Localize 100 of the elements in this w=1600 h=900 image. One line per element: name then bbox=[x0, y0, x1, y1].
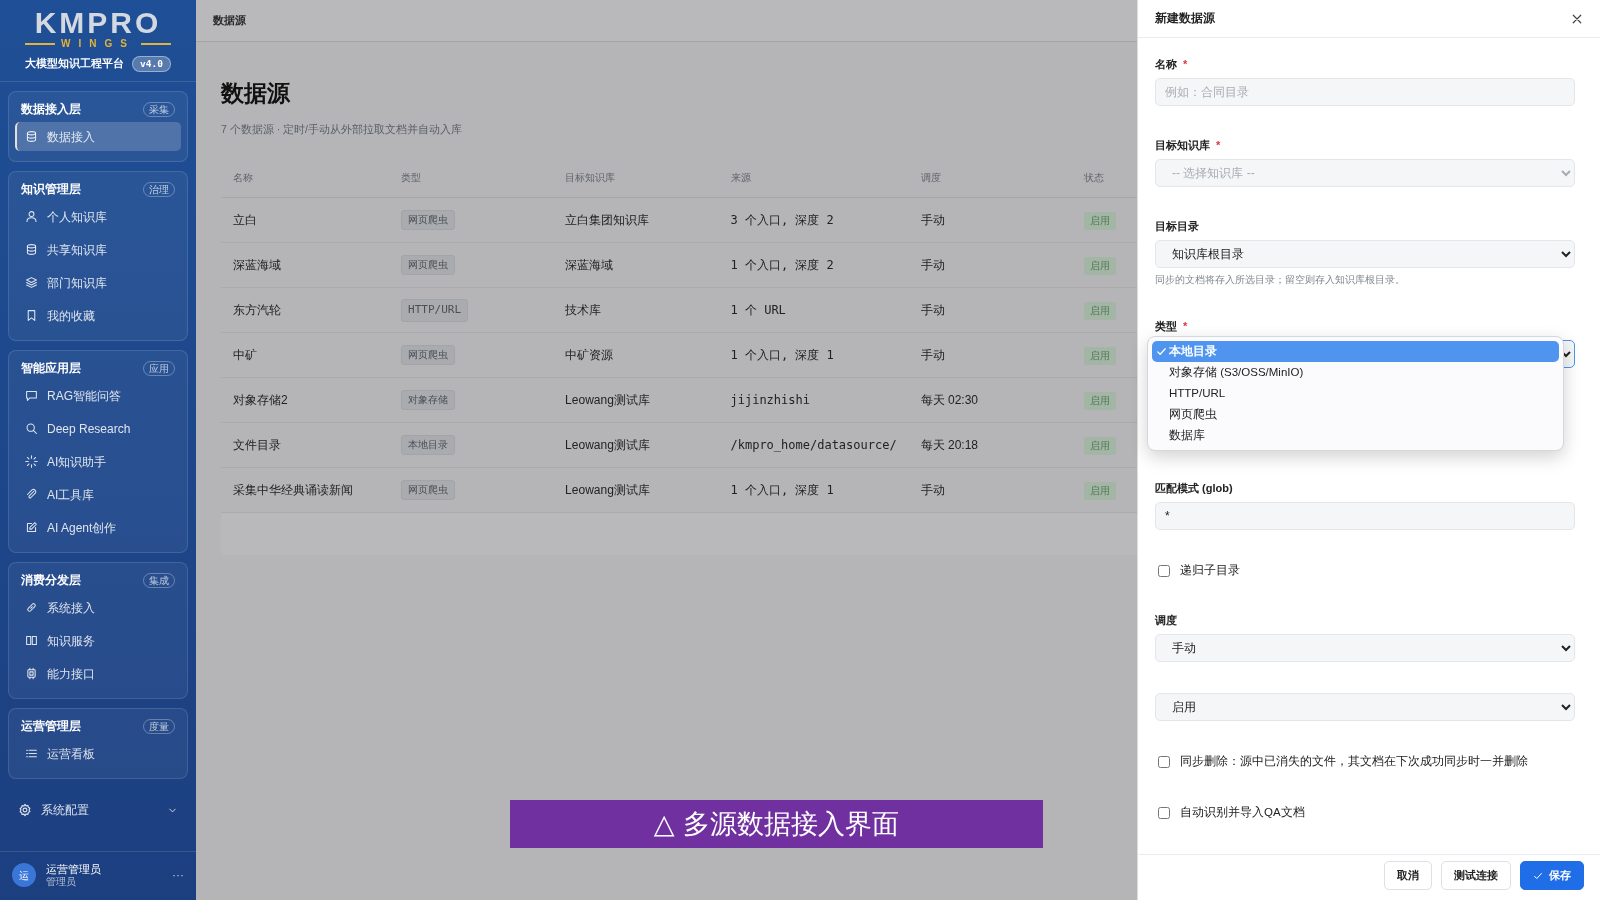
field-label: 名称 bbox=[1155, 58, 1177, 71]
database-icon bbox=[25, 130, 38, 143]
settings-menu[interactable]: 系统配置 bbox=[8, 795, 188, 825]
close-button[interactable] bbox=[1571, 12, 1583, 25]
chat-bubble-icon bbox=[25, 389, 38, 402]
field-label: 调度 bbox=[1155, 614, 1177, 627]
nav-item[interactable]: RAG智能问答 bbox=[15, 381, 181, 410]
nav-group-title: 智能应用层 bbox=[21, 360, 81, 377]
check-icon bbox=[1533, 870, 1543, 881]
save-button[interactable]: 保存 bbox=[1520, 861, 1584, 890]
table-cell: 1 个入口, 深度 2 bbox=[718, 242, 909, 288]
field-label: 类型 bbox=[1155, 320, 1177, 333]
table-cell: 东方汽轮 bbox=[221, 287, 390, 333]
status-tag: 启用 bbox=[1084, 391, 1116, 410]
type-tag: 网页爬虫 bbox=[401, 210, 456, 231]
table-cell: 1 个 URL bbox=[718, 287, 909, 333]
column-header: 调度 bbox=[908, 159, 1072, 198]
status-tag: 启用 bbox=[1084, 256, 1116, 275]
table-cell: 深蓝海域 bbox=[553, 242, 719, 288]
column-header: 类型 bbox=[389, 159, 554, 198]
database-icon bbox=[25, 243, 38, 256]
search-icon bbox=[25, 422, 38, 435]
nav-item[interactable]: 个人知识库 bbox=[15, 202, 181, 231]
table-cell: 立白 bbox=[221, 197, 390, 243]
table-cell: 中矿 bbox=[221, 332, 390, 378]
field-label: 目标目录 bbox=[1155, 220, 1199, 233]
nav-item[interactable]: AI知识助手 bbox=[15, 447, 181, 476]
table-cell: 采集中华经典诵读新闻 bbox=[221, 467, 390, 513]
nav-group-title: 数据接入层 bbox=[21, 101, 81, 118]
nav-item[interactable]: 数据接入 bbox=[15, 122, 181, 151]
nav-item[interactable]: 知识服务 bbox=[15, 626, 181, 655]
checkbox[interactable] bbox=[1158, 807, 1170, 820]
dropdown-option[interactable]: HTTP/URL bbox=[1152, 383, 1559, 405]
logo-tagline: WINGS bbox=[61, 38, 135, 50]
secondary-button[interactable]: 取消 bbox=[1384, 861, 1432, 890]
nav-item[interactable]: 部门知识库 bbox=[15, 268, 181, 297]
nav-item[interactable]: Deep Research bbox=[15, 414, 181, 443]
more-menu-button[interactable]: ··· bbox=[172, 866, 184, 884]
platform-name: 大模型知识工程平台 bbox=[25, 56, 125, 72]
page-summary: 7 个数据源 · 定时/手动从外部拉取文档并自动入库 bbox=[221, 122, 463, 137]
caption-banner: △ 多源数据接入界面 bbox=[510, 800, 1043, 848]
select-field[interactable]: 知识库根目录 bbox=[1155, 240, 1575, 269]
breadcrumb: 数据源 bbox=[213, 13, 246, 29]
type-tag: 对象存储 bbox=[401, 390, 456, 411]
type-tag: HTTP/URL bbox=[401, 299, 469, 322]
logo-wordmark: KMPRO bbox=[34, 8, 162, 38]
table-cell: 手动 bbox=[908, 287, 1072, 333]
table-cell: Leowang测试库 bbox=[553, 377, 719, 423]
required-mark: * bbox=[1183, 320, 1188, 333]
table-cell: 中矿资源 bbox=[553, 332, 719, 378]
dropdown-option[interactable]: 对象存储 (S3/OSS/MinIO) bbox=[1152, 362, 1559, 384]
checkbox-label: 同步删除：源中已消失的文件，其文档在下次成功同步时一并删除 bbox=[1180, 754, 1528, 770]
nav-item[interactable]: 系统接入 bbox=[15, 593, 181, 622]
user-avatar: 运 bbox=[12, 863, 36, 887]
field-label: 匹配模式 (glob) bbox=[1155, 482, 1233, 495]
user-icon bbox=[25, 210, 38, 223]
help-text: 同步的文档将存入所选目录；留空则存入知识库根目录。 bbox=[1155, 273, 1406, 288]
table-cell: 手动 bbox=[908, 332, 1072, 378]
nav-item[interactable]: AI Agent创作 bbox=[15, 513, 181, 542]
nav-item[interactable]: 我的收藏 bbox=[15, 301, 181, 330]
type-tag: 网页爬虫 bbox=[401, 480, 456, 501]
column-header: 目标知识库 bbox=[553, 159, 719, 198]
input-field[interactable]: 例如：合同目录 bbox=[1155, 78, 1575, 107]
status-tag: 启用 bbox=[1084, 481, 1116, 500]
checkbox[interactable] bbox=[1158, 565, 1170, 578]
checkbox[interactable] bbox=[1158, 756, 1170, 769]
bookmark-icon bbox=[25, 309, 38, 322]
chip-icon bbox=[25, 667, 38, 680]
dropdown-option[interactable]: 网页爬虫 bbox=[1152, 404, 1559, 426]
nav-item[interactable]: 运营看板 bbox=[15, 739, 181, 768]
check-icon bbox=[1156, 346, 1167, 358]
table-cell: 文件目录 bbox=[221, 422, 390, 468]
column-header: 来源 bbox=[718, 159, 909, 198]
user-role: 管理员 bbox=[46, 876, 77, 888]
table-cell: /kmpro_home/datasource/ bbox=[718, 422, 909, 468]
table-cell: jijinzhishi bbox=[718, 377, 909, 423]
table-cell: 1 个入口, 深度 1 bbox=[718, 467, 909, 513]
select-field[interactable]: 手动 bbox=[1155, 634, 1575, 663]
nav-item[interactable]: AI工具库 bbox=[15, 480, 181, 509]
table-cell: Leowang测试库 bbox=[553, 467, 719, 513]
field-label: 目标知识库 bbox=[1155, 139, 1210, 152]
table-cell: 手动 bbox=[908, 242, 1072, 288]
nav-item[interactable]: 能力接口 bbox=[15, 659, 181, 688]
table-cell: 深蓝海域 bbox=[221, 242, 390, 288]
edit-icon bbox=[25, 521, 38, 534]
table-cell: 对象存储2 bbox=[221, 377, 390, 423]
nav-group-title: 消费分发层 bbox=[21, 572, 81, 589]
type-tag: 本地目录 bbox=[401, 435, 456, 456]
select-field[interactable]: 启用 bbox=[1155, 693, 1575, 722]
version-badge: v4.0 bbox=[132, 56, 171, 73]
secondary-button[interactable]: 测试连接 bbox=[1441, 861, 1511, 890]
layers-icon bbox=[25, 276, 38, 289]
table-cell: Leowang测试库 bbox=[553, 422, 719, 468]
nav-item[interactable]: 共享知识库 bbox=[15, 235, 181, 264]
input-field[interactable]: * bbox=[1155, 502, 1575, 531]
table-cell: 每天 02:30 bbox=[908, 377, 1072, 423]
paperclip-icon bbox=[25, 488, 38, 501]
sparkle-icon bbox=[25, 455, 38, 468]
status-tag: 启用 bbox=[1084, 346, 1116, 365]
dropdown-option[interactable]: 数据库 bbox=[1152, 425, 1559, 447]
